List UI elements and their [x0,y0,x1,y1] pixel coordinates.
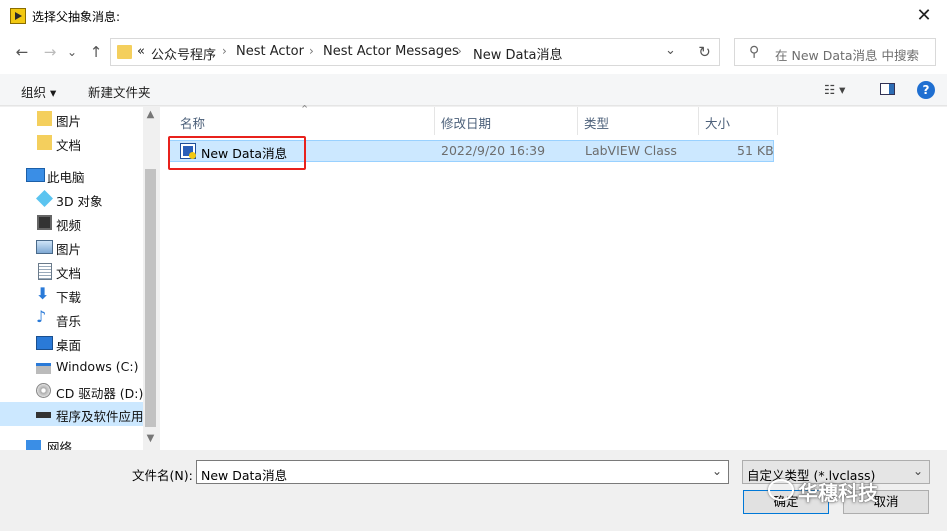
address-dropdown-icon[interactable]: ⌄ [665,43,676,58]
sidebar-item-label: 文档 [56,138,82,153]
view-options-button[interactable]: ☷ ▾ [824,82,845,97]
watermark-text: 华穗科技 [798,481,878,505]
sidebar-item-programs[interactable]: 程序及软件应用 [0,402,144,426]
sidebar-item-label: 图片 [56,114,82,129]
breadcrumb-separator: › [457,44,462,58]
sidebar-item-label: CD 驱动器 (D:) [56,386,144,401]
sidebar-item-label: 桌面 [56,338,82,353]
help-icon[interactable]: ? [917,81,935,99]
breadcrumb-item[interactable]: Nest Actor Messages [323,44,459,59]
sidebar-item-downloads[interactable]: ⬇ 下载 [0,283,143,307]
title-bar: 选择父抽象消息: ✕ [0,0,947,32]
cd-drive-icon [36,383,51,398]
desktop-icon [36,336,53,350]
search-icon: ⚲ [749,44,760,60]
sidebar-item-label: 下载 [56,290,82,305]
sidebar-item-label: 此电脑 [47,170,85,185]
column-divider[interactable] [434,107,435,135]
new-folder-button[interactable]: 新建文件夹 [88,82,151,101]
breadcrumb-overflow[interactable]: « [137,44,145,59]
folder-icon [37,111,52,126]
search-input[interactable]: 在 New Data消息 中搜索 [775,45,919,64]
sidebar-item-label: 图片 [56,242,82,257]
file-size: 51 KB [737,143,774,158]
column-divider[interactable] [698,107,699,135]
sidebar-item-documents[interactable]: 文档 [0,131,143,155]
preview-pane-icon[interactable] [880,83,895,95]
organize-menu[interactable]: 组织 ▾ [21,82,56,101]
network-drive-icon [36,412,51,418]
close-button[interactable]: ✕ [901,0,947,32]
file-modified: 2022/9/20 16:39 [441,143,546,158]
scrollbar-thumb[interactable] [145,169,156,427]
column-header-modified[interactable]: 修改日期 [441,113,491,132]
download-icon: ⬇ [36,284,50,303]
network-icon [26,440,41,450]
drive-icon [36,363,51,374]
file-type: LabVIEW Class [585,143,677,158]
folder-icon [37,135,52,150]
sort-ascending-icon: ⌃ [300,103,310,116]
scroll-down-icon[interactable]: ▼ [143,433,158,444]
video-icon [37,215,52,230]
toolbar: 组织 ▾ 新建文件夹 ☷ ▾ [0,74,947,106]
sidebar-item-label: Windows (C:) [56,359,139,374]
sidebar-item-documents-pc[interactable]: 文档 [0,259,143,283]
breadcrumb-item[interactable]: Nest Actor [236,44,304,59]
column-header-size[interactable]: 大小 [705,113,730,132]
breadcrumb-current[interactable]: New Data消息 [473,44,563,63]
sidebar-item-label: 网络 [47,440,73,450]
highlight-annotation-box [168,136,306,170]
sidebar-item-drive-c[interactable]: Windows (C:) [0,355,143,379]
sidebar-item-videos[interactable]: 视频 [0,211,143,235]
breadcrumb-separator: › [309,44,314,58]
forward-icon[interactable]: → [40,42,60,62]
sidebar-item-label: 3D 对象 [56,194,103,209]
computer-icon [26,168,45,182]
sidebar-scrollbar[interactable]: ▲ ▼ [143,107,158,450]
filename-label: 文件名(N): [132,468,193,483]
wechat-watermark-icon [768,479,794,501]
up-folder-icon[interactable]: ↑ [86,42,106,62]
sidebar-item-label: 文档 [56,266,82,281]
sidebar-item-label: 音乐 [56,314,82,329]
sidebar-item-network[interactable]: 网络 [0,434,143,450]
sidebar-item-3d-objects[interactable]: 3D 对象 [0,187,143,211]
breadcrumb-item[interactable]: 公众号程序 [151,44,216,63]
cube-icon [36,190,53,207]
back-icon[interactable]: ← [12,42,32,62]
navigation-pane: 图片 文档 此电脑 3D 对象 视频 图片 文档 ⬇ 下载 ♪ 音乐 桌面 Wi… [0,107,158,450]
recent-locations-icon[interactable]: ⌄ [62,42,82,62]
column-divider[interactable] [777,107,778,135]
column-header-type[interactable]: 类型 [584,113,609,132]
sidebar-item-pictures-pc[interactable]: 图片 [0,235,143,259]
refresh-button[interactable]: ↻ [690,38,720,66]
sidebar-item-drive-d[interactable]: CD 驱动器 (D:) [0,379,143,403]
chevron-down-icon[interactable]: ⌄ [913,464,923,478]
pictures-icon [36,240,53,254]
sidebar-item-label: 程序及软件应用 [56,409,144,424]
chevron-down-icon[interactable]: ⌄ [712,464,722,478]
sidebar-item-music[interactable]: ♪ 音乐 [0,307,143,331]
sidebar-item-label: 视频 [56,218,82,233]
window-title: 选择父抽象消息: [32,10,121,24]
labview-app-icon [10,8,26,24]
scroll-up-icon[interactable]: ▲ [143,109,158,120]
address-bar[interactable]: « 公众号程序 › Nest Actor › Nest Actor Messag… [110,38,720,66]
sidebar-item-desktop[interactable]: 桌面 [0,331,143,355]
music-icon: ♪ [36,307,47,326]
breadcrumb-separator: › [222,44,227,58]
filename-input[interactable]: New Data消息 ⌄ [196,460,729,484]
filename-value: New Data消息 [201,468,288,483]
column-header-name[interactable]: 名称 [180,113,205,132]
sidebar-item-pictures[interactable]: 图片 [0,107,143,131]
column-divider[interactable] [577,107,578,135]
search-box[interactable]: ⚲ 在 New Data消息 中搜索 [734,38,936,66]
document-icon [38,263,52,280]
folder-icon [117,45,132,59]
sidebar-item-this-pc[interactable]: 此电脑 [0,163,143,187]
